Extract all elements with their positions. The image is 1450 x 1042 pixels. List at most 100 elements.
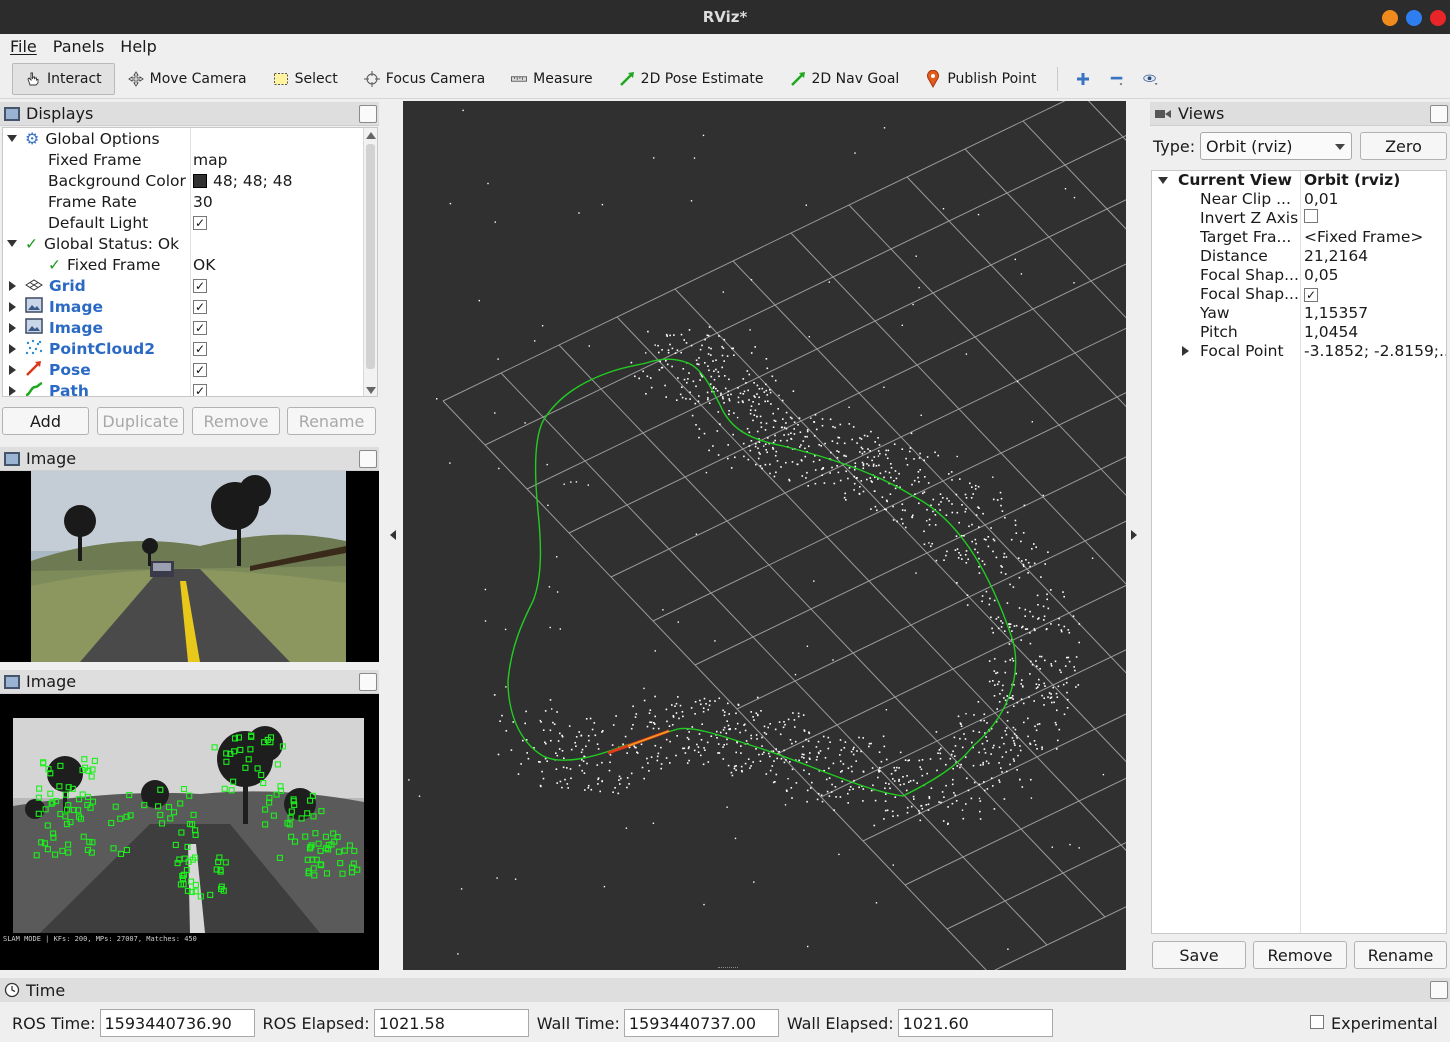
scroll-up-arrow-icon[interactable] (366, 132, 376, 139)
remove-display-button[interactable]: Remove (192, 407, 280, 435)
expand-arrow-icon[interactable] (9, 344, 16, 354)
ros-elapsed-field[interactable]: 1021.58 (373, 1009, 529, 1037)
cloud-point (831, 466, 833, 469)
ros-time-field[interactable]: 1593440736.90 (99, 1009, 255, 1037)
view-prop-value[interactable]: 1,0454 (1304, 323, 1446, 341)
expand-arrow-icon[interactable] (9, 323, 16, 333)
displays-scrollbar[interactable] (363, 128, 377, 396)
collapse-right-arrow-icon[interactable] (1131, 530, 1137, 540)
expand-arrow-icon[interactable] (9, 302, 16, 312)
view-prop-value[interactable]: 21,2164 (1304, 247, 1446, 265)
expand-arrow-icon[interactable] (7, 135, 17, 142)
color-swatch[interactable] (193, 173, 207, 188)
view-prop-row[interactable]: Yaw 1,15357 (1152, 304, 1446, 323)
time-close-button[interactable] (1430, 981, 1448, 999)
view-prop-value[interactable]: -3.1852; -2.8159;... (1304, 342, 1446, 360)
view-prop-row[interactable]: Focal Shap... 0,05 (1152, 266, 1446, 285)
image-panel-close-button[interactable] (359, 450, 377, 468)
add-display-button[interactable]: Add (2, 407, 89, 435)
select-tool[interactable]: Select (260, 63, 351, 95)
tool-properties-button[interactable] (1134, 63, 1168, 95)
remove-tool-button[interactable] (1100, 63, 1134, 95)
view-prop-row[interactable]: Pitch 1,0454 (1152, 323, 1446, 342)
tree-row-background-color[interactable]: Background Color 48; 48; 48 (3, 170, 363, 191)
3d-render-viewport[interactable] (403, 101, 1126, 970)
background-color-value[interactable]: 48; 48; 48 (213, 172, 292, 190)
display-enabled-checkbox[interactable]: ✓ (193, 362, 207, 377)
display-item-pose[interactable]: Pose ✓ (3, 359, 363, 380)
expand-arrow-icon[interactable] (9, 281, 16, 291)
expand-arrow-icon[interactable] (9, 386, 16, 396)
cloud-point (964, 756, 967, 758)
display-enabled-checkbox[interactable]: ✓ (193, 278, 207, 293)
save-view-button[interactable]: Save (1152, 941, 1246, 969)
display-enabled-checkbox[interactable]: ✓ (193, 341, 207, 356)
default-light-checkbox[interactable]: ✓ (193, 215, 207, 230)
scroll-thumb[interactable] (366, 144, 375, 369)
display-enabled-checkbox[interactable]: ✓ (193, 299, 207, 314)
move-camera-tool[interactable]: Move Camera (115, 63, 260, 95)
expand-arrow-icon[interactable] (9, 365, 16, 375)
scroll-down-arrow-icon[interactable] (366, 387, 376, 394)
rename-view-button[interactable]: Rename (1354, 941, 1447, 969)
expand-arrow-icon[interactable] (7, 240, 17, 247)
view-prop-row[interactable]: Focal Point -3.1852; -2.8159;... (1152, 342, 1446, 361)
collapse-arrow-icon[interactable] (1158, 177, 1168, 184)
view-prop-row[interactable]: Near Clip ... 0,01 (1152, 190, 1446, 209)
menu-file[interactable]: File (10, 37, 37, 56)
view-type-dropdown[interactable]: Orbit (rviz) (1200, 132, 1352, 160)
viewport-resize-grip[interactable] (718, 967, 738, 970)
invert-z-checkbox[interactable] (1304, 209, 1318, 223)
pose-estimate-tool[interactable]: 2D Pose Estimate (606, 63, 777, 95)
tree-row-status-fixed-frame[interactable]: ✓ Fixed Frame OK (3, 254, 363, 275)
image-panel-close-button[interactable] (359, 673, 377, 691)
maximize-button[interactable] (1406, 10, 1422, 26)
focus-camera-tool[interactable]: Focus Camera (351, 63, 498, 95)
tree-row-global-options[interactable]: ⚙ Global Options (3, 128, 363, 149)
focal-shape-checkbox[interactable]: ✓ (1304, 288, 1318, 302)
menu-panels[interactable]: Panels (53, 37, 105, 56)
views-close-button[interactable] (1430, 105, 1448, 123)
frame-rate-value[interactable]: 30 (193, 193, 213, 211)
experimental-checkbox[interactable] (1310, 1015, 1324, 1029)
cloud-point (561, 786, 563, 789)
view-prop-row[interactable]: Distance 21,2164 (1152, 247, 1446, 266)
displays-close-button[interactable] (359, 105, 377, 123)
view-prop-value[interactable]: <Fixed Frame> (1304, 228, 1446, 246)
display-enabled-checkbox[interactable]: ✓ (193, 320, 207, 335)
rename-display-button[interactable]: Rename (287, 407, 376, 435)
view-prop-value[interactable]: 1,15357 (1304, 304, 1446, 322)
menu-help[interactable]: Help (120, 37, 156, 56)
minimize-button[interactable] (1382, 10, 1398, 26)
measure-tool[interactable]: Measure (498, 63, 606, 95)
display-enabled-checkbox[interactable]: ✓ (193, 383, 207, 396)
view-prop-row[interactable]: Invert Z Axis (1152, 209, 1446, 228)
interact-tool[interactable]: Interact (12, 62, 115, 95)
nav-goal-tool[interactable]: 2D Nav Goal (777, 63, 913, 95)
remove-view-button[interactable]: Remove (1253, 941, 1347, 969)
fixed-frame-value[interactable]: map (193, 151, 227, 169)
expand-arrow-icon[interactable] (1182, 346, 1189, 356)
view-prop-value[interactable]: 0,01 (1304, 190, 1446, 208)
wall-elapsed-field[interactable]: 1021.60 (897, 1009, 1053, 1037)
display-item-path[interactable]: Path ✓ (3, 380, 363, 396)
view-prop-row[interactable]: Target Fra... <Fixed Frame> (1152, 228, 1446, 247)
add-tool-button[interactable] (1066, 63, 1100, 95)
tree-row-frame-rate[interactable]: Frame Rate 30 (3, 191, 363, 212)
wall-time-field[interactable]: 1593440737.00 (623, 1009, 779, 1037)
publish-point-tool[interactable]: Publish Point (912, 63, 1049, 95)
current-view-row[interactable]: Current View Orbit (rviz) (1152, 171, 1446, 190)
duplicate-display-button[interactable]: Duplicate (97, 407, 184, 435)
display-item-image[interactable]: Image ✓ (3, 296, 363, 317)
display-item-grid[interactable]: Grid ✓ (3, 275, 363, 296)
close-button[interactable] (1430, 10, 1446, 26)
view-prop-value[interactable]: 0,05 (1304, 266, 1446, 284)
zero-button[interactable]: Zero (1360, 132, 1447, 160)
tree-row-default-light[interactable]: Default Light ✓ (3, 212, 363, 233)
collapse-left-arrow-icon[interactable] (390, 530, 396, 540)
view-prop-row[interactable]: Focal Shap... ✓ (1152, 285, 1446, 304)
tree-row-global-status[interactable]: ✓ Global Status: Ok (3, 233, 363, 254)
tree-row-fixed-frame[interactable]: Fixed Frame map (3, 149, 363, 170)
display-item-image[interactable]: Image ✓ (3, 317, 363, 338)
display-item-pointcloud2[interactable]: PointCloud2 ✓ (3, 338, 363, 359)
